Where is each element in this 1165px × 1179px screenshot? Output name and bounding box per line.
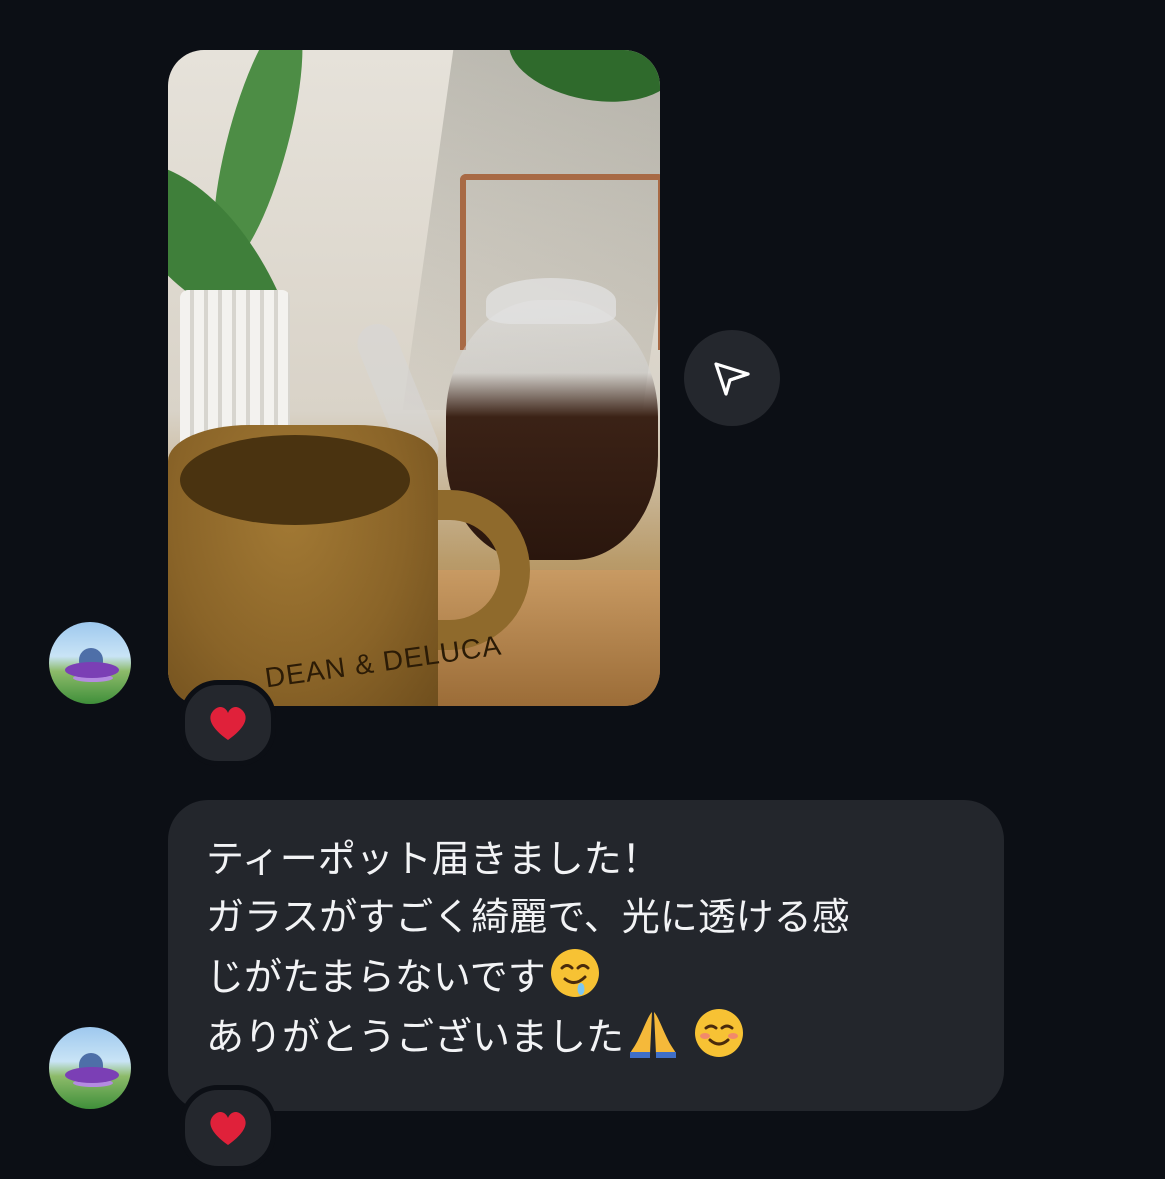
paper-plane-icon [714, 362, 750, 396]
message-line-with-emoji: ありがとうございました [206, 1006, 968, 1066]
share-button[interactable] [684, 330, 780, 426]
message-text: ありがとうございました [206, 1015, 625, 1059]
sender-avatar[interactable] [49, 1027, 131, 1109]
avatar-ufo-body [65, 1067, 119, 1083]
folded-hands-icon [630, 1012, 677, 1058]
message-line: ガラスがすごく綺麗で、光に透ける感 [206, 895, 850, 939]
reaction-badge[interactable] [180, 680, 276, 766]
sender-avatar[interactable] [49, 622, 131, 704]
reaction-badge[interactable] [180, 1085, 276, 1171]
message-text: じがたまらないです [206, 955, 546, 999]
avatar-ufo-body [65, 662, 119, 678]
message-line: ティーポット届きました！ [206, 837, 660, 881]
photo-teapot-lid [486, 278, 616, 324]
red-heart-icon [210, 706, 246, 740]
message-bubble[interactable]: ティーポット届きました！ ガラスがすごく綺麗で、光に透ける感 じがたまらないです… [168, 800, 1004, 1111]
photo-mug-inner [180, 435, 410, 525]
message-photo[interactable]: DEAN & DELUCA [168, 50, 660, 706]
red-heart-icon [210, 1111, 246, 1145]
message-line-with-emoji: じがたまらないです [206, 946, 968, 1006]
drooling-face-icon [550, 949, 599, 997]
smiling-face-icon [695, 1009, 744, 1057]
